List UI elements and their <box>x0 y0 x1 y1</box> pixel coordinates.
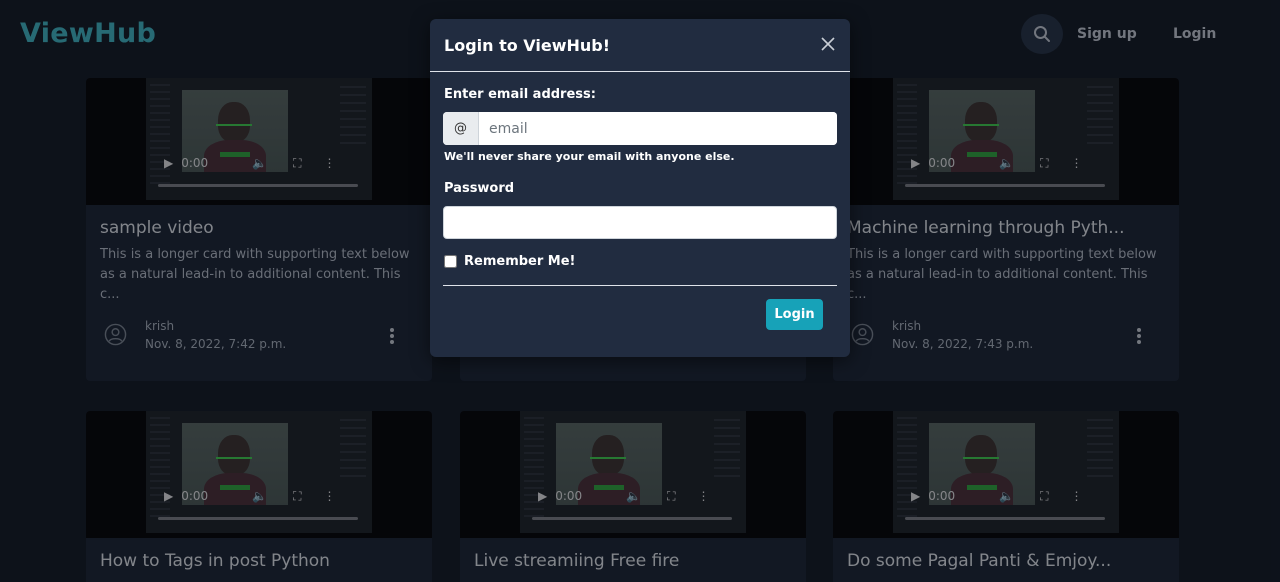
login-submit-button[interactable]: Login <box>766 299 823 330</box>
close-icon[interactable] <box>820 36 836 52</box>
password-label: Password <box>444 181 515 196</box>
email-help-text: We'll never share your email with anyone… <box>444 150 735 163</box>
email-input-group: @ <box>443 112 837 145</box>
login-modal: Login to ViewHub! Enter email address: @… <box>430 19 850 357</box>
modal-header: Login to ViewHub! <box>430 19 850 72</box>
remember-checkbox[interactable] <box>444 255 457 268</box>
remember-me[interactable]: Remember Me! <box>444 254 575 269</box>
email-label: Enter email address: <box>444 87 596 102</box>
email-addon: @ <box>443 112 479 145</box>
remember-label: Remember Me! <box>464 254 576 269</box>
email-field[interactable] <box>479 112 837 145</box>
modal-divider <box>443 285 837 286</box>
password-field[interactable] <box>443 206 837 239</box>
modal-title: Login to ViewHub! <box>444 36 611 55</box>
